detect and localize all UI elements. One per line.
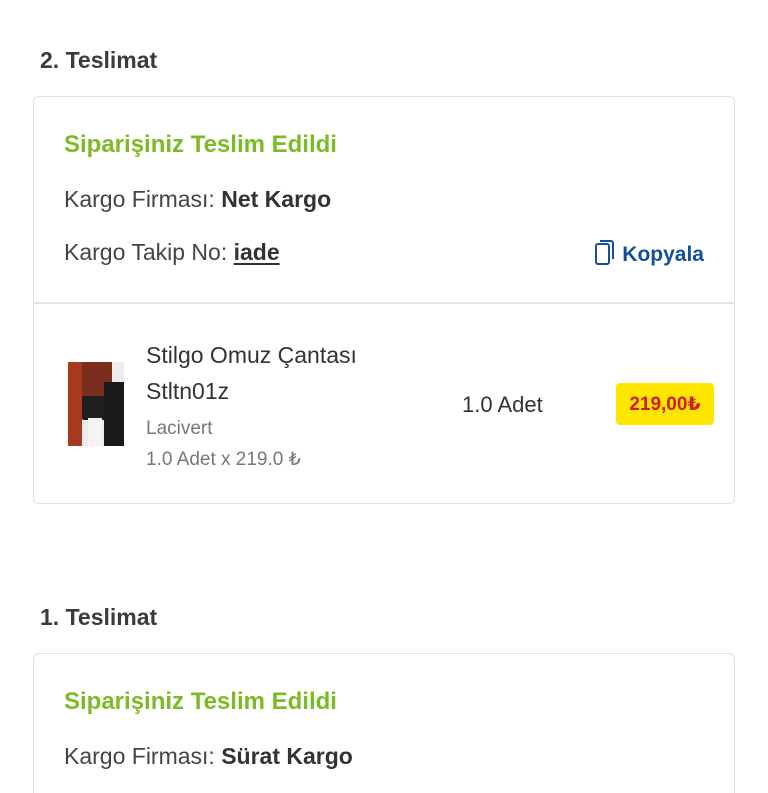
delivery-card: Siparişiniz Teslim Edildi Kargo Firması:…	[33, 96, 735, 504]
copy-icon	[594, 238, 616, 272]
price-badge: 219,00₺	[616, 383, 714, 425]
delivery-title: 2. Teslimat	[40, 47, 158, 73]
copy-button[interactable]: Kopyala	[594, 238, 704, 272]
carrier-name: Sürat Kargo	[221, 743, 353, 769]
tracking-number[interactable]: iade	[234, 239, 280, 265]
product-qty-detail: 1.0 Adet x 219.0 ₺	[146, 449, 301, 470]
carrier-line: Kargo Firması: Sürat Kargo	[64, 743, 353, 770]
delivery-card: Siparişiniz Teslim Edildi Kargo Firması:…	[33, 653, 735, 793]
product-name[interactable]: Stilgo Omuz Çantası Stltn01z	[146, 337, 396, 409]
carrier-line: Kargo Firması: Net Kargo	[64, 186, 331, 213]
delivery-title: 1. Teslimat	[40, 604, 158, 630]
product-image[interactable]	[68, 362, 124, 446]
carrier-name: Net Kargo	[221, 186, 332, 212]
delivery-status: Siparişiniz Teslim Edildi	[64, 131, 337, 158]
tracking-line: Kargo Takip No: iade	[64, 239, 280, 266]
product-quantity: 1.0 Adet	[462, 392, 543, 417]
delivery-status: Siparişiniz Teslim Edildi	[64, 688, 337, 715]
copy-label: Kopyala	[622, 243, 704, 266]
product-variant: Lacivert	[146, 418, 213, 439]
carrier-label: Kargo Firması:	[64, 743, 215, 769]
card-divider	[34, 302, 734, 304]
carrier-label: Kargo Firması:	[64, 186, 215, 212]
tracking-label: Kargo Takip No:	[64, 239, 228, 265]
